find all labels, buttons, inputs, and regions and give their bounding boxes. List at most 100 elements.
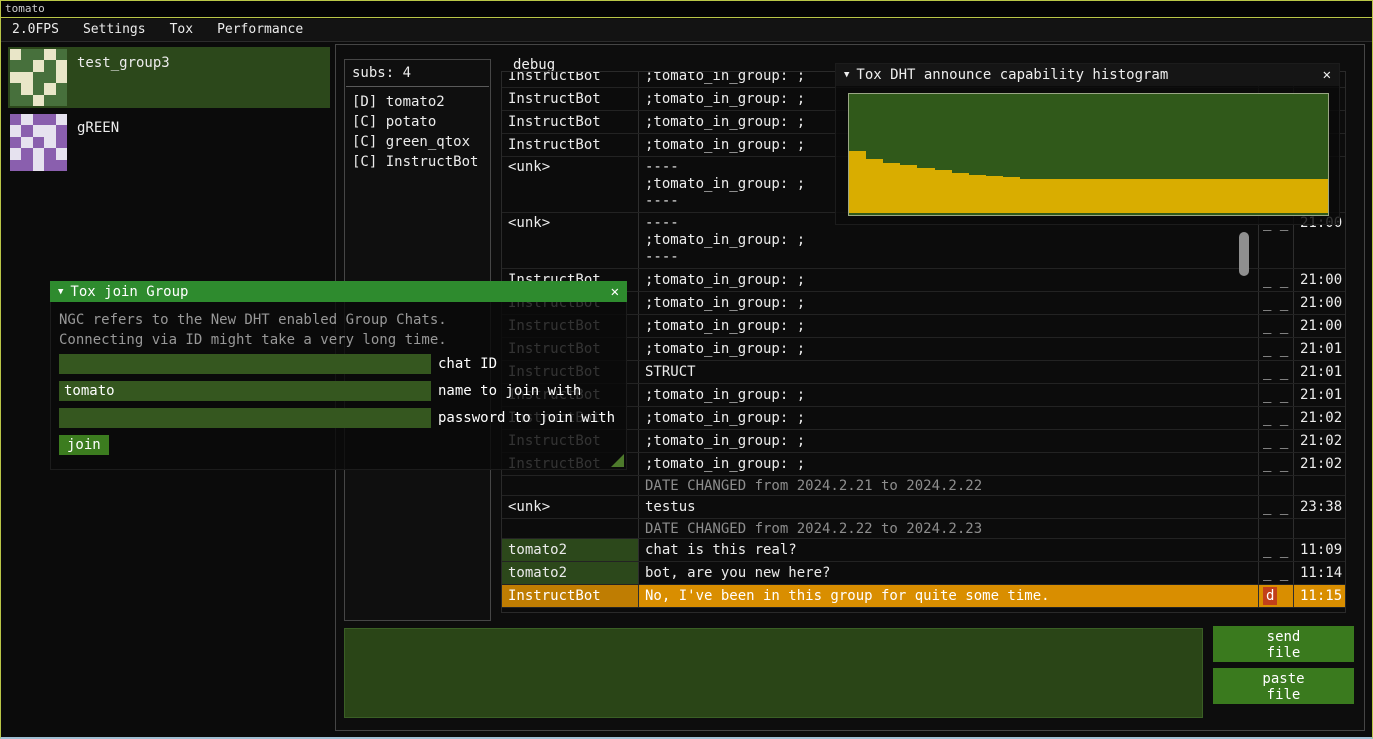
field-row: chat ID bbox=[59, 354, 618, 374]
message-text: ;tomato_in_group: ; bbox=[639, 430, 1259, 452]
message-input[interactable] bbox=[344, 628, 1203, 718]
message-author bbox=[502, 519, 639, 538]
message-time: 21:02 bbox=[1294, 430, 1346, 452]
dht-histogram-titlebar[interactable]: ▼ Tox DHT announce capability histogram … bbox=[836, 64, 1339, 86]
message-text: ;tomato_in_group: ; bbox=[639, 269, 1259, 291]
join-password-input[interactable] bbox=[59, 408, 431, 428]
member-item[interactable]: [C] InstructBot bbox=[345, 152, 490, 172]
message-author: tomato2 bbox=[502, 539, 639, 561]
message-author bbox=[502, 476, 639, 495]
message-flags-text: _ _ bbox=[1263, 409, 1288, 427]
histogram-bar bbox=[1003, 177, 1020, 213]
histogram-bar bbox=[1054, 179, 1071, 214]
member-item[interactable]: [C] potato bbox=[345, 112, 490, 132]
menubar: 2.0FPS SettingsToxPerformance bbox=[0, 19, 1373, 42]
chat-message-row[interactable]: InstructBotNo, I've been in this group f… bbox=[502, 585, 1345, 608]
menu-item-settings[interactable]: Settings bbox=[71, 19, 158, 41]
message-author: InstructBot bbox=[502, 88, 639, 110]
group-item-test_group3[interactable]: test_group3 bbox=[8, 47, 330, 108]
join-button[interactable]: join bbox=[59, 435, 109, 455]
histogram-bar bbox=[1311, 179, 1328, 214]
collapse-icon[interactable]: ▼ bbox=[58, 287, 63, 297]
chat-message-row[interactable]: InstructBot;tomato_in_group: ;_ _21:00 bbox=[502, 292, 1345, 315]
join-info-text: NGC refers to the New DHT enabled Group … bbox=[59, 310, 618, 330]
chat-message-row[interactable]: InstructBot;tomato_in_group: ;_ _21:00 bbox=[502, 269, 1345, 292]
histogram-bar bbox=[883, 163, 900, 213]
histogram-bars bbox=[849, 94, 1328, 215]
histogram-bar bbox=[935, 170, 952, 213]
message-text: No, I've been in this group for quite so… bbox=[639, 585, 1259, 607]
message-flags: _ _ bbox=[1259, 407, 1294, 429]
dht-histogram-plot bbox=[848, 93, 1329, 216]
paste-file-button[interactable]: paste file bbox=[1213, 668, 1354, 704]
message-time: 21:01 bbox=[1294, 361, 1346, 383]
join-name-input[interactable] bbox=[59, 381, 431, 401]
message-author: <unk> bbox=[502, 213, 639, 268]
group-name: gREEN bbox=[67, 114, 119, 171]
histogram-bar bbox=[1191, 179, 1208, 214]
date-divider-row[interactable]: DATE CHANGED from 2024.2.21 to 2024.2.22 bbox=[502, 476, 1345, 496]
message-text: DATE CHANGED from 2024.2.21 to 2024.2.22 bbox=[639, 476, 1259, 495]
message-time: 11:09 bbox=[1294, 539, 1346, 561]
message-flags: _ _ bbox=[1259, 430, 1294, 452]
message-text: testus bbox=[639, 496, 1259, 518]
histogram-bar bbox=[1294, 179, 1311, 214]
member-list: [D] tomato2[C] potato[C] green_qtox[C] I… bbox=[345, 92, 490, 172]
message-author: InstructBot bbox=[502, 585, 639, 607]
chat-message-row[interactable]: InstructBot;tomato_in_group: ;_ _21:02 bbox=[502, 407, 1345, 430]
histogram-bar bbox=[1123, 179, 1140, 214]
chat-message-row[interactable]: InstructBot;tomato_in_group: ;_ _21:01 bbox=[502, 384, 1345, 407]
chat-message-row[interactable]: <unk>testus_ _23:38 bbox=[502, 496, 1345, 519]
chat-message-row[interactable]: InstructBotSTRUCT_ _21:01 bbox=[502, 361, 1345, 384]
message-time: 23:38 bbox=[1294, 496, 1346, 518]
close-icon[interactable]: ✕ bbox=[611, 284, 619, 300]
member-item[interactable]: [C] green_qtox bbox=[345, 132, 490, 152]
join-window-titlebar[interactable]: ▼ Tox join Group ✕ bbox=[50, 281, 627, 302]
field-row: name to join with bbox=[59, 381, 618, 401]
message-text: ;tomato_in_group: ; bbox=[639, 315, 1259, 337]
member-item[interactable]: [D] tomato2 bbox=[345, 92, 490, 112]
send-file-button[interactable]: send file bbox=[1213, 626, 1354, 662]
menu-item-performance[interactable]: Performance bbox=[205, 19, 315, 41]
date-divider-row[interactable]: DATE CHANGED from 2024.2.22 to 2024.2.23 bbox=[502, 519, 1345, 539]
message-flags: _ _ bbox=[1259, 315, 1294, 337]
histogram-bar bbox=[1243, 179, 1260, 214]
message-flags: _ _ bbox=[1259, 562, 1294, 584]
message-flags-text: _ _ bbox=[1263, 294, 1288, 312]
chat-message-row[interactable]: tomato2bot, are you new here?_ _11:14 bbox=[502, 562, 1345, 585]
chat-message-row[interactable]: tomato2chat is this real?_ _11:09 bbox=[502, 539, 1345, 562]
message-flags: _ _ bbox=[1259, 384, 1294, 406]
message-text: ;tomato_in_group: ; bbox=[639, 384, 1259, 406]
chat-message-row[interactable]: InstructBot;tomato_in_group: ;_ _21:00 bbox=[502, 315, 1345, 338]
resize-grip[interactable] bbox=[611, 454, 624, 467]
message-author: tomato2 bbox=[502, 562, 639, 584]
message-text: DATE CHANGED from 2024.2.22 to 2024.2.23 bbox=[639, 519, 1259, 538]
titlebar[interactable]: tomato bbox=[0, 0, 1373, 18]
message-flags bbox=[1259, 519, 1294, 538]
menu-item-tox[interactable]: Tox bbox=[158, 19, 205, 41]
chat-message-row[interactable]: InstructBot;tomato_in_group: ;_ _21:02 bbox=[502, 453, 1345, 476]
collapse-icon[interactable]: ▼ bbox=[844, 70, 849, 80]
message-time: 11:14 bbox=[1294, 562, 1346, 584]
message-text: ;tomato_in_group: ; bbox=[639, 453, 1259, 475]
chat-message-row[interactable]: InstructBot;tomato_in_group: ;_ _21:01 bbox=[502, 338, 1345, 361]
message-text: STRUCT bbox=[639, 361, 1259, 383]
message-time: 21:01 bbox=[1294, 384, 1346, 406]
message-time: 11:15 bbox=[1294, 585, 1346, 607]
histogram-bar bbox=[1140, 179, 1157, 214]
histogram-bar bbox=[900, 165, 917, 213]
histogram-bar bbox=[952, 173, 969, 213]
group-item-gREEN[interactable]: gREEN bbox=[8, 112, 330, 173]
app-window: tomato 2.0FPS SettingsToxPerformance tes… bbox=[0, 0, 1373, 739]
dht-histogram-window: ▼ Tox DHT announce capability histogram … bbox=[835, 63, 1340, 225]
message-time bbox=[1294, 519, 1346, 538]
join-info-text: Connecting via ID might take a very long… bbox=[59, 330, 618, 350]
chat-message-row[interactable]: InstructBot;tomato_in_group: ;_ _21:02 bbox=[502, 430, 1345, 453]
chat-scrollbar-thumb[interactable] bbox=[1239, 232, 1249, 276]
message-flags bbox=[1259, 476, 1294, 495]
separator bbox=[346, 86, 489, 87]
chat-id-input[interactable] bbox=[59, 354, 431, 374]
message-author: <unk> bbox=[502, 157, 639, 212]
message-flags: _ _ bbox=[1259, 269, 1294, 291]
close-icon[interactable]: ✕ bbox=[1323, 67, 1331, 83]
